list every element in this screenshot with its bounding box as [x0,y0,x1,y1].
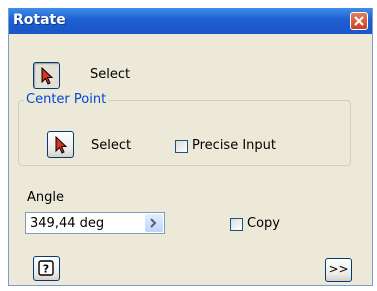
close-button[interactable] [350,12,368,30]
center-point-group-label: Center Point [24,92,109,107]
title-bar[interactable]: Rotate [9,8,372,34]
angle-value[interactable]: 349,44 deg [30,216,104,231]
help-button[interactable]: ? [33,256,60,281]
copy-label[interactable]: Copy [247,216,280,231]
help-icon: ? [38,260,54,276]
window-title: Rotate [13,12,66,28]
close-icon [354,16,364,26]
copy-checkbox[interactable] [230,218,243,231]
precise-input-checkbox[interactable] [175,140,188,153]
angle-spin-button[interactable] [145,214,163,232]
select-button[interactable] [33,62,60,89]
select-label: Select [90,67,131,82]
more-options-button[interactable]: >> [325,258,352,282]
arrow-cursor-icon [41,67,54,85]
svg-text:?: ? [43,263,49,276]
angle-input[interactable]: 349,44 deg [25,212,165,234]
center-point-select-label: Select [91,138,132,153]
arrow-cursor-icon [55,136,68,154]
center-point-select-button[interactable] [47,131,74,158]
precise-input-label[interactable]: Precise Input [192,138,276,153]
chevron-right-icon [150,218,157,228]
angle-label: Angle [27,190,64,205]
